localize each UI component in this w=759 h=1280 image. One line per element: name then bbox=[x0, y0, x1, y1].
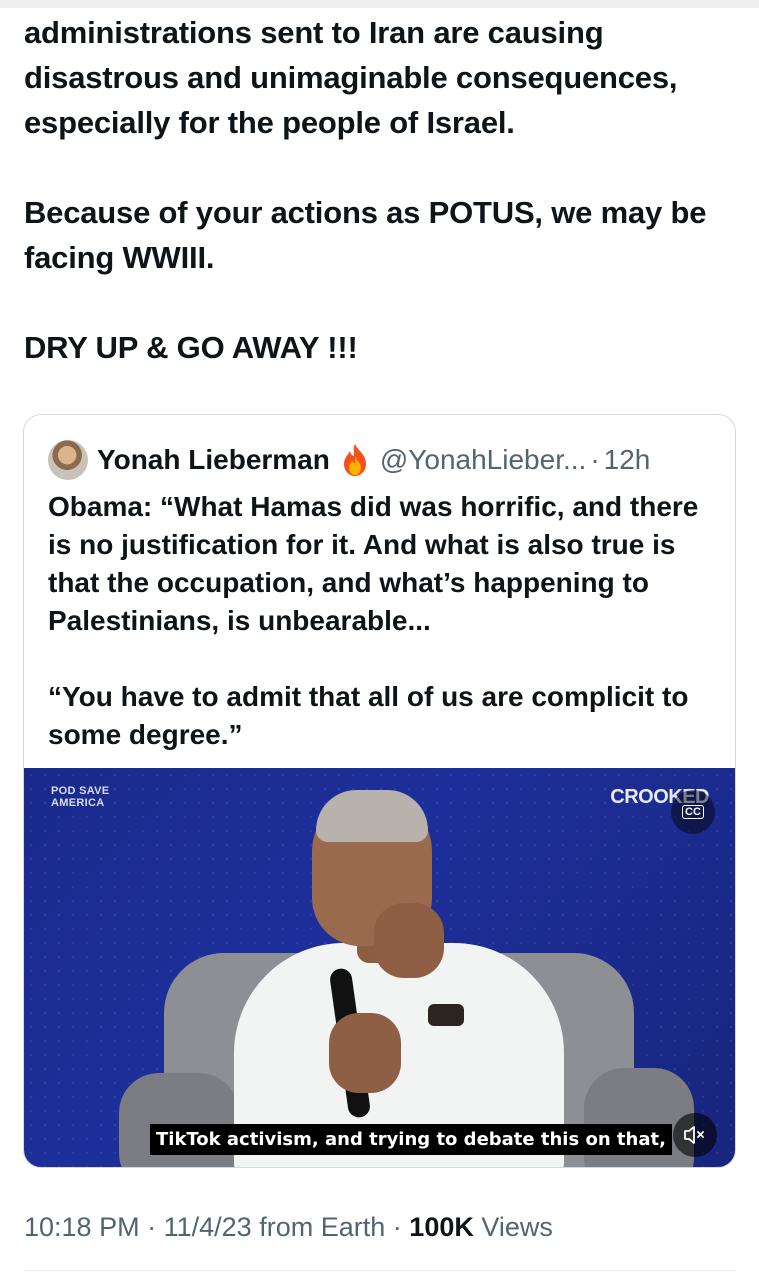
tweet-paragraph: DRY UP & GO AWAY !!! bbox=[24, 330, 358, 365]
quoted-author-handle[interactable]: @YonahLieber... bbox=[380, 444, 586, 476]
quoted-tweet-card[interactable]: Yonah Lieberman @YonahLieber... · 12h Ob… bbox=[23, 414, 736, 1168]
tweet-date[interactable]: 11/4/23 bbox=[164, 1212, 252, 1242]
video-player[interactable]: POD SAVE AMERICA CROOKED CC TikTok activ… bbox=[24, 768, 735, 1167]
logo-line: AMERICA bbox=[51, 797, 105, 809]
separator-dot: · bbox=[392, 1212, 402, 1242]
views-label[interactable]: Views bbox=[481, 1212, 553, 1242]
quoted-author-name[interactable]: Yonah Lieberman bbox=[97, 444, 330, 476]
divider bbox=[24, 1270, 736, 1271]
quoted-paragraph: Obama: “What Hamas did was horrific, and… bbox=[48, 491, 699, 636]
pod-save-america-logo: POD SAVE AMERICA bbox=[51, 785, 109, 809]
tweet-paragraph: Because of your actions as POTUS, we may… bbox=[24, 195, 707, 275]
logo-line: POD SAVE bbox=[51, 785, 110, 797]
quoted-tweet-header: Yonah Lieberman @YonahLieber... · 12h bbox=[48, 440, 650, 480]
wristwatch bbox=[428, 1004, 464, 1026]
closed-captions-button[interactable]: CC bbox=[671, 790, 715, 834]
speaker-hand bbox=[329, 1013, 401, 1093]
views-count[interactable]: 100K bbox=[409, 1212, 474, 1242]
mute-button[interactable] bbox=[673, 1113, 717, 1157]
quoted-tweet-time[interactable]: 12h bbox=[604, 444, 651, 476]
speaker-muted-icon bbox=[684, 1126, 704, 1144]
tweet-paragraph: administrations sent to Iran are causing… bbox=[24, 15, 678, 140]
speaker-hair bbox=[316, 790, 428, 842]
top-strip bbox=[0, 0, 759, 8]
fire-emoji-icon bbox=[340, 443, 370, 477]
tweet-source: from Earth bbox=[259, 1212, 386, 1242]
cc-icon: CC bbox=[682, 805, 704, 819]
avatar[interactable] bbox=[48, 440, 88, 480]
tweet-time[interactable]: 10:18 PM bbox=[24, 1212, 140, 1242]
tweet-text: administrations sent to Iran are causing… bbox=[24, 10, 739, 370]
separator-dot: · bbox=[147, 1212, 157, 1242]
separator-dot: · bbox=[590, 444, 600, 475]
video-caption: TikTok activism, and trying to debate th… bbox=[150, 1124, 672, 1155]
tweet-meta: 10:18 PM · 11/4/23 from Earth · 100K Vie… bbox=[24, 1212, 553, 1243]
speaker-hand bbox=[374, 903, 444, 978]
quoted-paragraph: “You have to admit that all of us are co… bbox=[48, 681, 689, 750]
quoted-tweet-text: Obama: “What Hamas did was horrific, and… bbox=[48, 488, 718, 754]
